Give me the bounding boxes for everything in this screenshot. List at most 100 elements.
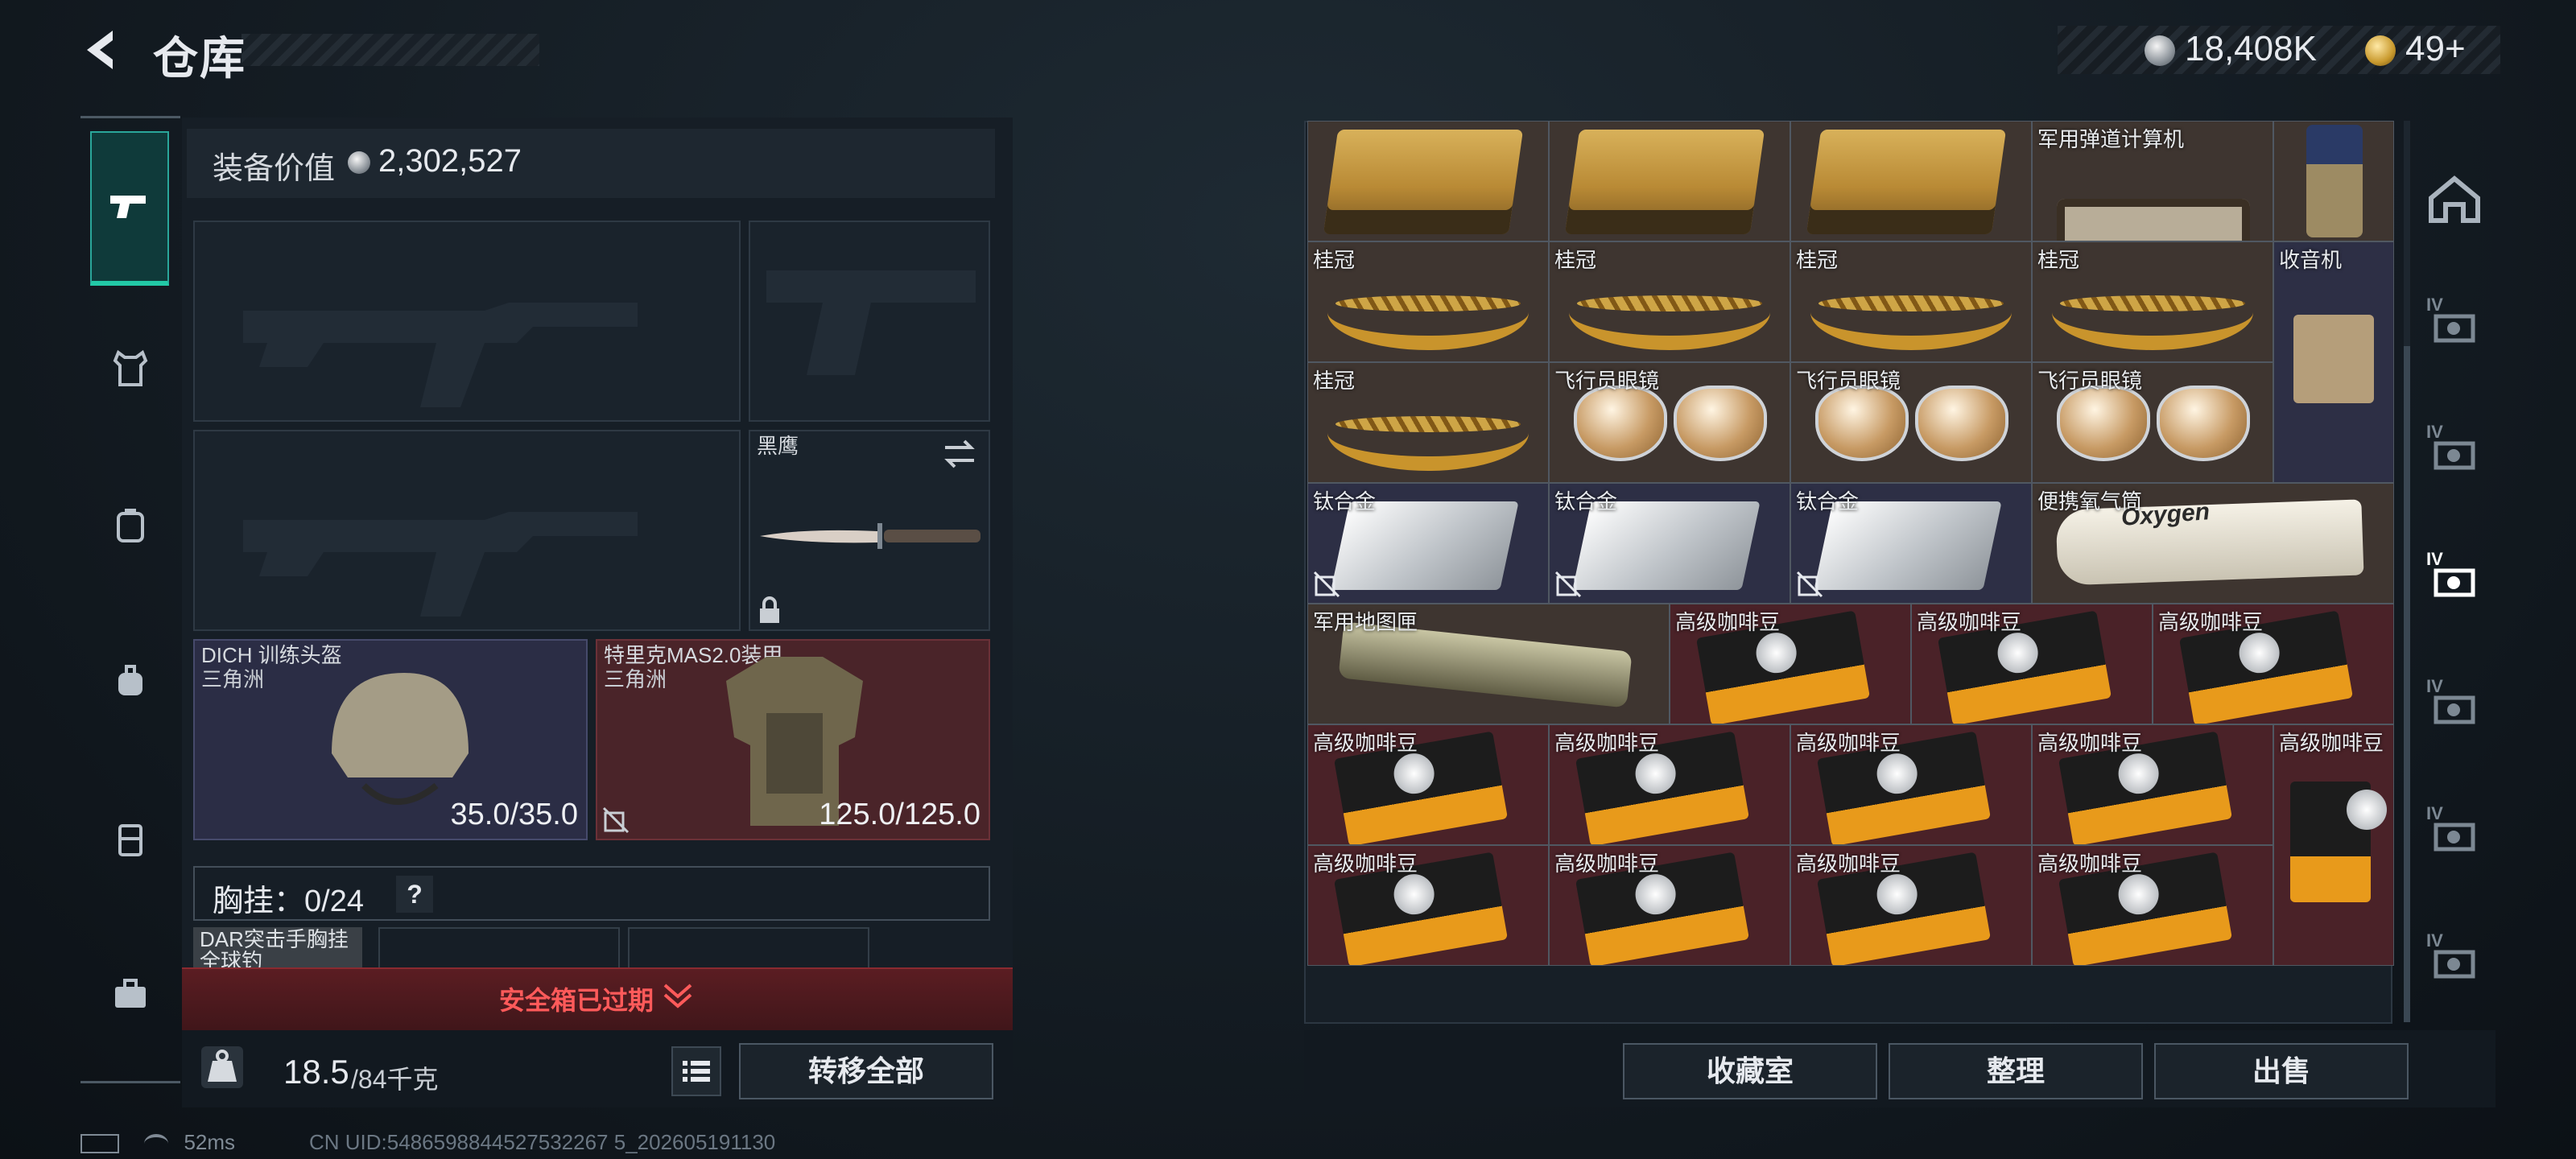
stash-item-coffee[interactable]: 高级咖啡豆: [1790, 724, 2032, 845]
stash-item-coffee[interactable]: 高级咖啡豆: [2032, 845, 2273, 966]
stash-item-oxygen[interactable]: Oxygen 便携氧气筒: [2032, 483, 2394, 604]
stash-item-laurel[interactable]: 桂冠: [1307, 362, 1549, 483]
stash-item-label: 高级咖啡豆: [1313, 731, 1418, 755]
stash-item-label: 高级咖啡豆: [1917, 610, 2022, 634]
secondary-weapon-slot[interactable]: [193, 430, 741, 631]
gold-currency[interactable]: 49+: [2365, 29, 2466, 69]
primary-weapon-slot[interactable]: [193, 221, 741, 422]
category-backpack[interactable]: [92, 487, 169, 564]
stash-item-label: 军用弹道计算机: [2037, 127, 2185, 151]
no-transfer-icon: [1554, 571, 1582, 598]
stash-item-laurel[interactable]: 桂冠: [1549, 241, 1790, 362]
chest-rig-label: 胸挂：0/24: [213, 885, 364, 918]
storage-tab-2[interactable]: IV: [2420, 417, 2489, 486]
stash-item-shades[interactable]: 飞行员眼镜: [1790, 362, 2032, 483]
silver-coin-icon: [348, 151, 370, 175]
stash-item-ingot[interactable]: 钛合金: [1790, 483, 2032, 604]
backpack-icon: [117, 509, 144, 542]
storage-tab-1[interactable]: IV: [2420, 290, 2489, 359]
stash-item-label: 飞行员眼镜: [2037, 369, 2143, 393]
stash-item-computer[interactable]: 军用弹道计算机: [2032, 121, 2273, 241]
stash-item-label: 飞行员眼镜: [1796, 369, 1901, 393]
category-weapons[interactable]: [90, 131, 169, 286]
collection-room-button[interactable]: 收藏室: [1623, 1043, 1877, 1099]
stash-item-crate[interactable]: [1790, 121, 2032, 241]
stash-item-crate[interactable]: [1307, 121, 1549, 241]
stash-item-coffee[interactable]: 高级咖啡豆: [1307, 845, 1549, 966]
swap-icon[interactable]: [942, 439, 977, 468]
stash-item-laurel[interactable]: 桂冠: [1307, 241, 1549, 362]
category-bag[interactable]: [92, 643, 169, 720]
storage-tab-6[interactable]: IV: [2420, 926, 2489, 995]
knife-icon: [760, 523, 980, 549]
silver-currency: 18,408K: [2145, 29, 2317, 69]
lock-icon: [760, 596, 779, 623]
device-icon: [2306, 125, 2363, 237]
armor-slot[interactable]: 特里克MAS2.0装甲 三角洲 125.0/125.0: [596, 639, 990, 840]
title-decoration: [242, 34, 539, 66]
stash-item-radio[interactable]: 收音机: [2273, 241, 2394, 483]
stash-item-radio-device[interactable]: [2273, 121, 2394, 241]
laurel-crown-icon: [2052, 274, 2253, 350]
help-icon[interactable]: ?: [396, 876, 433, 913]
rifle-silhouette-icon: [243, 303, 638, 407]
back-button[interactable]: [77, 24, 129, 76]
stash-item-laurel[interactable]: 桂冠: [2032, 241, 2273, 362]
aviator-glasses-icon: [1574, 386, 1767, 466]
stash-item-shades[interactable]: 飞行员眼镜: [1549, 362, 1790, 483]
transfer-all-button[interactable]: 转移全部: [739, 1043, 993, 1099]
stash-item-laurel[interactable]: 桂冠: [1790, 241, 2032, 362]
stash-item-coffee[interactable]: 高级咖啡豆: [1911, 604, 2153, 724]
ping-text: 52ms: [184, 1130, 236, 1154]
stash-item-coffee[interactable]: 高级咖啡豆: [1549, 724, 1790, 845]
laurel-crown-icon: [1327, 395, 1529, 471]
helmet-icon: [332, 673, 469, 805]
stash-item-coffee[interactable]: 高级咖啡豆: [2032, 724, 2273, 845]
no-transfer-icon: [1313, 571, 1340, 598]
stash-item-ingot[interactable]: 钛合金: [1307, 483, 1549, 604]
stash-item-coffee[interactable]: 高级咖啡豆: [2153, 604, 2394, 724]
stash-item-coffee[interactable]: 高级咖啡豆: [1549, 845, 1790, 966]
sort-button[interactable]: 整理: [1889, 1043, 2143, 1099]
chest-rig-grid-slot[interactable]: [628, 927, 869, 967]
chest-rig-item-name: DAR突击手胸挂: [200, 927, 349, 951]
weight-icon: [201, 1046, 243, 1088]
melee-slot[interactable]: 黑鹰: [749, 430, 990, 631]
equip-value-amount: 2,302,527: [378, 143, 522, 179]
gold-coin-icon: [2365, 35, 2396, 67]
stash-item-crate[interactable]: [1549, 121, 1790, 241]
wifi-icon: [144, 1134, 169, 1153]
stash-item-label: 桂冠: [2037, 248, 2080, 272]
stash-item-ingot[interactable]: 钛合金: [1549, 483, 1790, 604]
sell-button[interactable]: 出售: [2154, 1043, 2409, 1099]
category-toolbox[interactable]: [92, 955, 169, 1033]
storage-tab-3[interactable]: IV: [2420, 544, 2489, 613]
weight-max: /84千克: [351, 1065, 439, 1094]
pistol-slot[interactable]: [749, 221, 990, 422]
stash-item-coffee-tall[interactable]: 高级咖啡豆: [2273, 724, 2394, 966]
armor-durability: 125.0/125.0: [819, 798, 980, 831]
helmet-slot[interactable]: DICH 训练头盔 三角洲 35.0/35.0: [193, 639, 588, 840]
stash-item-label: 高级咖啡豆: [2279, 731, 2384, 755]
case-icon: [118, 824, 142, 856]
no-transfer-icon: [1796, 571, 1823, 598]
chest-rig-grid-slot[interactable]: [378, 927, 620, 967]
pistol-silhouette-icon: [766, 270, 976, 375]
storage-tab-4[interactable]: IV: [2420, 671, 2489, 740]
stash-item-tube[interactable]: 军用地图匣: [1307, 604, 1670, 724]
bag-icon: [118, 665, 142, 695]
stash-item-coffee[interactable]: 高级咖啡豆: [1670, 604, 1911, 724]
list-view-button[interactable]: [671, 1046, 721, 1096]
chevron-down-icon[interactable]: [662, 980, 694, 1016]
category-armor[interactable]: [92, 329, 169, 406]
stash-item-shades[interactable]: 飞行员眼镜: [2032, 362, 2273, 483]
stash-item-coffee[interactable]: 高级咖啡豆: [1307, 724, 1549, 845]
stash-item-coffee[interactable]: 高级咖啡豆: [1790, 845, 2032, 966]
stash-item-label: 便携氧气筒: [2037, 489, 2143, 514]
storage-tab-5[interactable]: IV: [2420, 798, 2489, 868]
category-case[interactable]: [92, 801, 169, 878]
storage-tab-home[interactable]: [2420, 166, 2489, 235]
no-transfer-icon: [602, 806, 630, 834]
stash-scroll-thumb[interactable]: [2404, 346, 2410, 1022]
pistol-icon: [110, 196, 146, 218]
